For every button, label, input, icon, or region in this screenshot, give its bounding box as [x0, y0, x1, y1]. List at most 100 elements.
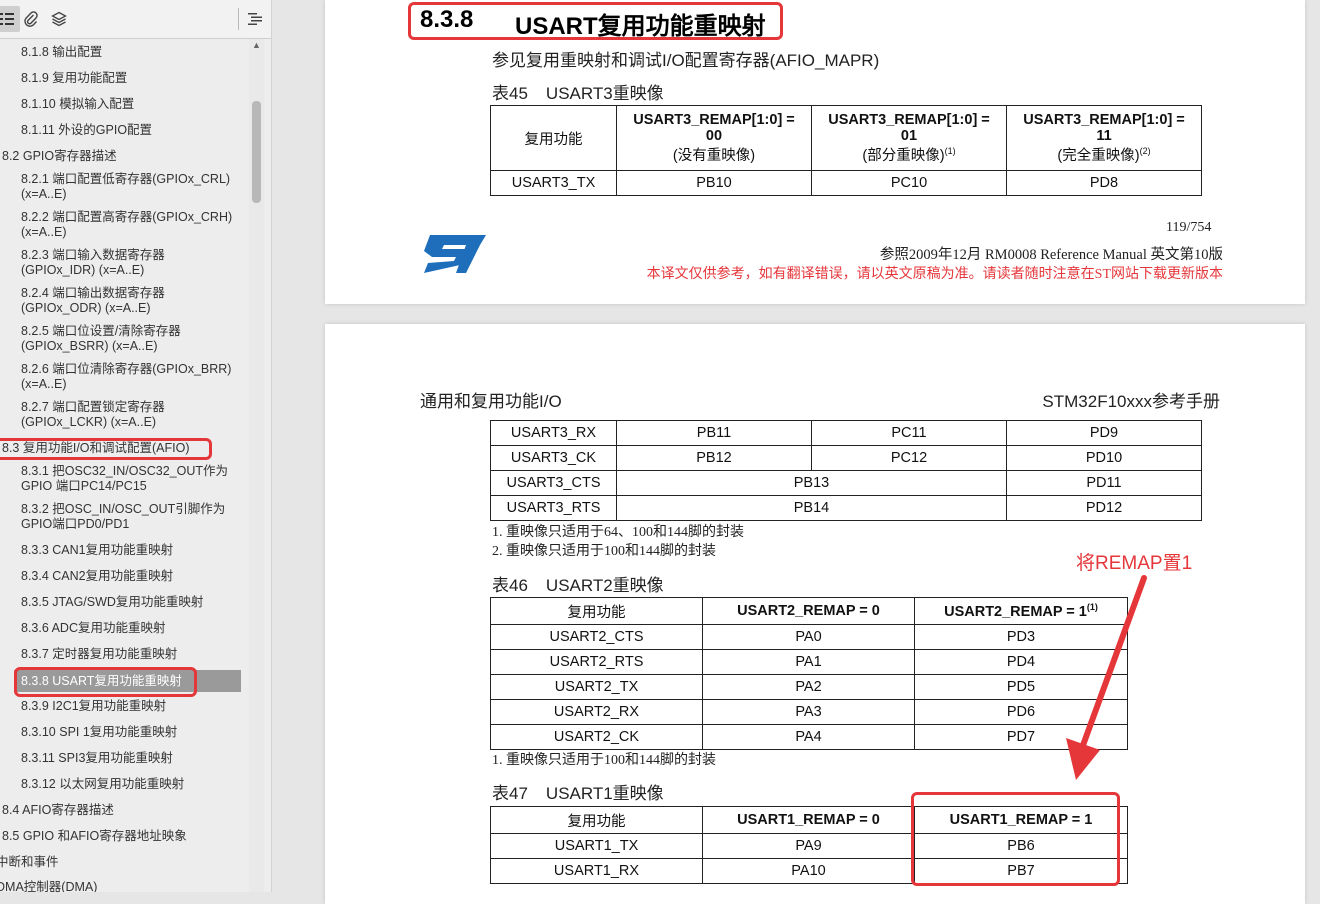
outline-item[interactable]: 8.2.1 端口配置低寄存器(GPIOx_CRL) (x=A..E): [0, 172, 244, 202]
outline-scrollbar[interactable]: ▲: [249, 39, 264, 892]
page-header-left: 通用和复用功能I/O: [420, 392, 562, 411]
table-cell: USART1_TX: [490, 833, 703, 859]
usart1-remap-table: 复用功能 USART1_REMAP = 0 USART1_REMAP = 1 U…: [490, 806, 1128, 884]
outline-item[interactable]: DMA控制器(DMA): [0, 880, 240, 892]
table-header-row: 复用功能 USART2_REMAP = 0 USART2_REMAP = 1(1…: [490, 597, 1128, 625]
outline-item[interactable]: 8.3.4 CAN2复用功能重映射: [0, 569, 244, 584]
outline-item[interactable]: 中断和事件: [0, 855, 240, 870]
table-row: USART3_TX PB10 PC10 PD8: [490, 170, 1202, 196]
page-number: 119/754: [1166, 220, 1212, 235]
table-caption-title: USART3重映像: [545, 84, 664, 103]
section-title: USART复用功能重映射: [515, 13, 766, 40]
table-cell: PA9: [702, 833, 915, 859]
outline-item[interactable]: 8.3.1 把OSC32_IN/OSC32_OUT作为 GPIO 端口PC14/P…: [0, 464, 244, 494]
table-header-row: 复用功能 USART1_REMAP = 0 USART1_REMAP = 1: [490, 806, 1128, 834]
outline-item-selected[interactable]: 8.3.8 USART复用功能重映射: [14, 670, 241, 692]
outline-item[interactable]: 8.3.5 JTAG/SWD复用功能重映射: [0, 595, 244, 610]
table-cell: USART3_CK: [490, 445, 617, 471]
outline-item[interactable]: 8.4 AFIO寄存器描述: [0, 803, 244, 818]
outline-item[interactable]: 8.5 GPIO 和AFIO寄存器地址映象: [0, 829, 244, 844]
outline-item[interactable]: 8.2.5 端口位设置/清除寄存器 (GPIOx_BSRR) (x=A..E): [0, 324, 244, 354]
table-cell: PB13: [616, 470, 1007, 496]
table-row: USART3_RX PB11 PC11 PD9: [490, 420, 1202, 446]
table-cell: PC12: [811, 445, 1007, 471]
outline-item[interactable]: 8.1.10 模拟输入配置: [0, 97, 244, 112]
outline-item[interactable]: 8.2.3 端口输入数据寄存器 (GPIOx_IDR) (x=A..E): [0, 248, 244, 278]
table-cell: USART3_RX: [490, 420, 617, 446]
usart3-remap-table: 复用功能 USART3_REMAP[1:0] = 00 (没有重映像) USART3…: [490, 105, 1202, 196]
table-footnote: 1. 重映像只适用于100和144脚的封装: [492, 753, 716, 768]
outline-item[interactable]: 8.3.3 CAN1复用功能重映射: [0, 543, 244, 558]
table-header-row: 复用功能 USART3_REMAP[1:0] = 00 (没有重映像) USART3…: [490, 105, 1202, 171]
outline-item[interactable]: 8.1.8 输出配置: [0, 45, 244, 60]
annotation-arrow-icon: [1066, 575, 1147, 780]
outline-item[interactable]: 8.1.11 外设的GPIO配置: [0, 123, 244, 138]
table-cell: USART3_CTS: [490, 470, 617, 496]
outline-item[interactable]: 8.2.2 端口配置高寄存器(GPIOx_CRH) (x=A..E): [0, 210, 244, 240]
outline-item[interactable]: 8.3.11 SPI3复用功能重映射: [0, 751, 244, 766]
table-row: USART3_CTS PB13 PD11: [490, 470, 1202, 496]
table-cell: PA2: [702, 674, 915, 700]
table-cell: USART3_TX: [490, 170, 617, 196]
table-row: USART1_RX PA10 PB7: [490, 858, 1128, 884]
table-caption-number: 表47: [492, 784, 528, 803]
paperclip-icon[interactable]: [18, 6, 44, 32]
table-header-cell: USART1_REMAP = 1: [914, 806, 1128, 834]
outline-item[interactable]: 8.2.7 端口配置锁定寄存器 (GPIOx_LCKR) (x=A..E): [0, 400, 244, 430]
table-caption-number: 表45: [492, 84, 528, 103]
usart2-remap-table: 复用功能 USART2_REMAP = 0 USART2_REMAP = 1(1…: [490, 597, 1128, 750]
table-cell: PA10: [702, 858, 915, 884]
outline-item[interactable]: 8.2.6 端口位清除寄存器(GPIOx_BRR) (x=A..E): [0, 362, 244, 392]
list-icon[interactable]: [0, 6, 20, 32]
table-row: USART2_CK PA4 PD7: [490, 724, 1128, 750]
table-row: USART3_CK PB12 PC12 PD10: [490, 445, 1202, 471]
scroll-up-arrow-icon[interactable]: ▲: [251, 39, 262, 51]
outline-tree: 8.1.8 输出配置 8.1.9 复用功能配置 8.1.10 模拟输入配置 8.…: [0, 39, 249, 892]
outline-item[interactable]: 8.3.6 ADC复用功能重映射: [0, 621, 244, 636]
table-header-cell: USART2_REMAP = 0: [702, 597, 915, 625]
outline-item[interactable]: 8.3.10 SPI 1复用功能重映射: [0, 725, 244, 740]
footer-line: 参照2009年12月 RM0008 Reference Manual 英文第10…: [879, 247, 1223, 263]
outline-item[interactable]: 8.3.9 I2C1复用功能重映射: [0, 699, 244, 714]
table-row: USART3_RTS PB14 PD12: [490, 495, 1202, 521]
outline-item[interactable]: 8.3 复用功能I/O和调试配置(AFIO): [0, 441, 244, 456]
table-cell: USART2_RTS: [490, 649, 703, 675]
table-caption: 表46 USART2重映像: [492, 571, 664, 596]
table-cell: PB6: [914, 833, 1128, 859]
table-cell: PC11: [811, 420, 1007, 446]
table-header-cell: USART3_REMAP[1:0] = 11 (完全重映像)(2): [1006, 105, 1202, 171]
table-header-cell: 复用功能: [490, 105, 617, 171]
table-header-cell: 复用功能: [490, 806, 703, 834]
table-cell: USART1_RX: [490, 858, 703, 884]
scroll-thumb[interactable]: [252, 101, 261, 203]
table-cell: PD9: [1006, 420, 1202, 446]
outline-item[interactable]: 8.1.9 复用功能配置: [0, 71, 244, 86]
outline-item[interactable]: 8.2.4 端口输出数据寄存器 (GPIOx_ODR) (x=A..E): [0, 286, 244, 316]
outline-item[interactable]: 8.2 GPIO寄存器描述: [0, 149, 244, 164]
table-row: USART2_TX PA2 PD5: [490, 674, 1128, 700]
st-logo: [420, 233, 486, 280]
outline-item[interactable]: 8.3.7 定时器复用功能重映射: [0, 647, 244, 662]
table-header-cell: 复用功能: [490, 597, 703, 625]
layers-icon[interactable]: [46, 6, 72, 32]
table-footnote: 2. 重映像只适用于100和144脚的封装: [492, 544, 716, 559]
table-cell: PD8: [1006, 170, 1202, 196]
table-row: USART2_RTS PA1 PD4: [490, 649, 1128, 675]
footer-disclaimer: 本译文仅供参考，如有翻译错误，请以英文原稿为准。请读者随时注意在ST网站下载更新…: [646, 267, 1223, 282]
table-cell: PA3: [702, 699, 915, 725]
table-header-cell: USART3_REMAP[1:0] = 01 (部分重映像)(1): [811, 105, 1007, 171]
table-cell: USART2_CK: [490, 724, 703, 750]
sidebar-toolbar: [0, 0, 271, 39]
table-cell: PB7: [914, 858, 1128, 884]
outline-item[interactable]: 8.3.12 以太网复用功能重映射: [0, 777, 244, 792]
table-cell: PD12: [1006, 495, 1202, 521]
table-footnote: 1. 重映像只适用于64、100和144脚的封装: [492, 525, 744, 540]
table-cell: PA0: [702, 624, 915, 650]
table-caption-number: 表46: [492, 576, 528, 595]
outline-options-icon[interactable]: [242, 6, 268, 32]
table-cell: PB14: [616, 495, 1007, 521]
table-caption: 表45 USART3重映像: [492, 79, 664, 104]
table-cell: USART3_RTS: [490, 495, 617, 521]
outline-item[interactable]: 8.3.2 把OSC_IN/OSC_OUT引脚作为 GPIO端口PD0/PD1: [0, 502, 244, 532]
table-caption: 表47 USART1重映像: [492, 779, 664, 804]
